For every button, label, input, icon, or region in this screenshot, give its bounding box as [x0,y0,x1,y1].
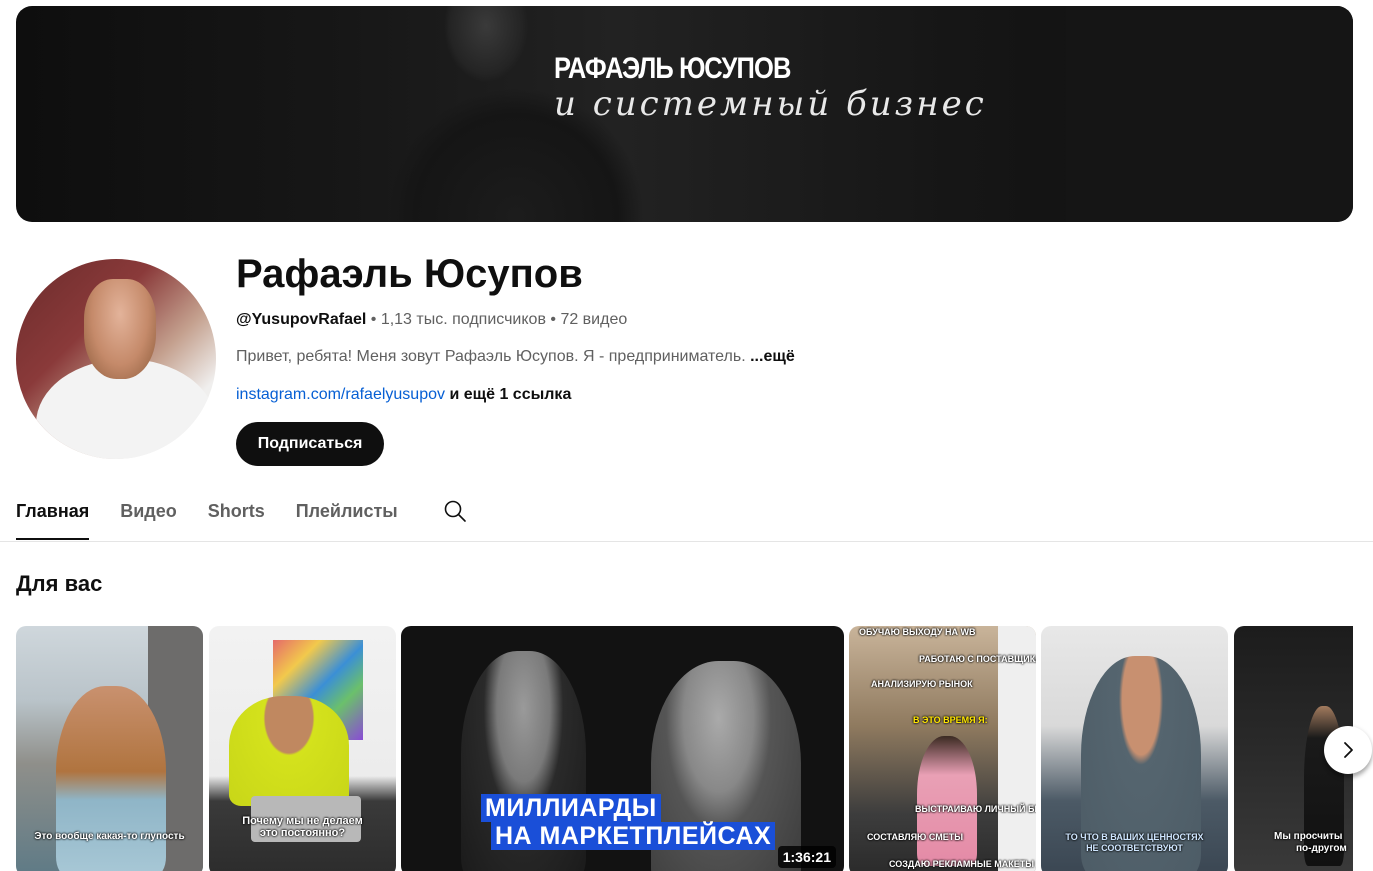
short-caption: Это вообще какая-то глупость [34,831,185,842]
channel-meta: @YusupovRafael • 1,13 тыс. подписчиков •… [236,311,628,328]
channel-handle: @YusupovRafael [236,311,367,328]
tab-videos[interactable]: Видео [120,492,177,530]
short-caption-line1: Почему мы не делаем [242,815,363,827]
tab-home[interactable]: Главная [16,492,90,540]
thumbnail-image [56,686,166,871]
short-caption-line1: Мы просчиты [1274,831,1343,842]
short-caption-line2: по-другом [1296,843,1347,854]
tab-playlists[interactable]: Плейлисты [296,492,398,530]
channel-avatar[interactable] [16,259,216,459]
search-icon[interactable] [443,499,467,523]
video-thumbnail-title: МИЛЛИАРДЫ НА МАРКЕТПЛЕЙСАХ [481,794,776,850]
short-label: ОБУЧАЮ ВЫХОДУ НА WB [859,627,976,637]
short-label: В ЭТО ВРЕМЯ Я: [913,715,988,725]
channel-tabs: Главная Видео Shorts Плейлисты [16,492,467,542]
short-label: ВЫСТРАИВАЮ ЛИЧНЫЙ БРЕНД [915,804,1036,814]
banner-subtitle: и системный бизнес [554,84,987,124]
short-caption-line2: это постоянно? [259,827,346,839]
chevron-right-icon [1344,742,1353,758]
subscribe-button[interactable]: Подписаться [236,422,384,466]
video-duration: 1:36:21 [777,846,836,868]
video-shelf: Это вообще какая-то глупость Почему мы н… [16,626,1353,871]
section-title: Для вас [16,571,103,596]
short-card-2[interactable]: Почему мы не делаем это постоянно? [209,626,396,871]
thumbnail-image [917,736,977,866]
short-label: РАБОТАЮ С ПОСТАВЩИКАМИ [919,654,1036,664]
short-label: СОЗДАЮ РЕКЛАМНЫЕ МАКЕТЫ [889,859,1035,869]
subscriber-count: 1,13 тыс. подписчиков [380,311,546,328]
banner-title: РАФАЭЛЬ ЮСУПОВ [554,52,791,85]
video-card[interactable]: МИЛЛИАРДЫ НА МАРКЕТПЛЕЙСАХ 1:36:21 [401,626,844,871]
description-more-link[interactable]: ...ещё [750,348,795,365]
short-card-5[interactable]: ТО ЧТО В ВАШИХ ЦЕННОСТЯХ НЕ СООТВЕТСТВУЮ… [1041,626,1228,871]
description-text: Привет, ребята! Меня зовут Рафаэль Юсупо… [236,348,746,365]
channel-name: Рафаэль Юсупов [236,252,583,296]
short-card-4[interactable]: ОБУЧАЮ ВЫХОДУ НА WB РАБОТАЮ С ПОСТАВЩИК А… [849,626,1036,871]
instagram-link[interactable]: instagram.com/rafaelyusupov [236,386,445,403]
channel-banner: РАФАЭЛЬ ЮСУПОВ и системный бизнес [16,6,1353,222]
short-label: СОСТАВЛЯЮ СМЕТЫ [867,832,964,842]
shelf-next-button[interactable] [1324,726,1372,774]
channel-description[interactable]: Привет, ребята! Меня зовут Рафаэль Юсупо… [236,347,795,367]
tab-shorts[interactable]: Shorts [208,492,265,530]
more-links-button[interactable]: и ещё 1 ссылка [449,386,571,403]
short-label: АНАЛИЗИРУЮ РЫНОК [871,679,973,689]
short-caption-line2: НЕ СООТВЕТСТВУЮТ [1086,843,1183,853]
short-card-1[interactable]: Это вообще какая-то глупость [16,626,203,871]
channel-links: instagram.com/rafaelyusupov и ещё 1 ссыл… [236,385,571,405]
tabs-divider [0,541,1373,542]
video-count: 72 видео [560,311,628,328]
